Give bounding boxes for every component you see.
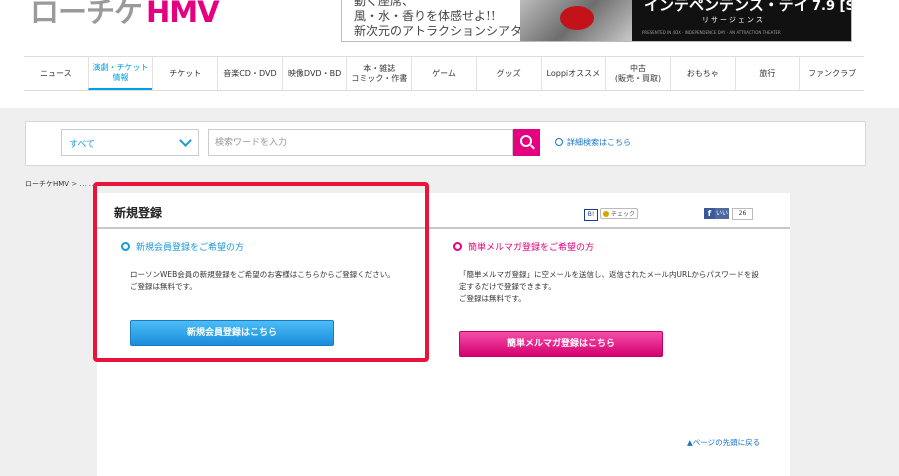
keyword-search-input[interactable] <box>208 129 513 156</box>
mailmag-description: 「簡単メルマガ登録」に空メールを送信し、返信されたメール内URLからパスワードを… <box>459 270 759 303</box>
category-select[interactable]: すべて <box>61 129 199 156</box>
banner-copy: 動く座席、 風・水・香りを体感せよ!! 新次元のアトラクションシアター <box>354 0 535 38</box>
banner-subtitle: リサージェンス <box>702 16 765 24</box>
banner-movie-panel: インデペンデンス・デイ 7.9 [SAT] リサージェンス PRESENTED … <box>632 0 851 41</box>
circle-icon <box>453 242 462 251</box>
search-bar: すべて 詳細検索はこちら <box>25 121 866 166</box>
nav-item[interactable]: 音楽CD・DVD <box>217 57 282 90</box>
nav-item[interactable]: 本・雑誌 コミック・作書 <box>346 57 411 90</box>
hatena-bookmark-icon[interactable]: B! <box>584 209 598 221</box>
site-logo[interactable]: ローチケ HMV <box>30 0 220 32</box>
mixi-check-button[interactable]: チェック <box>600 208 638 219</box>
nav-item[interactable]: Loppiオススメ <box>540 57 606 90</box>
nav-item[interactable]: ニュース <box>24 57 88 90</box>
banner-movie-title: インデペンデンス・デイ <box>644 0 809 14</box>
nav-item[interactable]: ゲーム <box>411 57 476 90</box>
banner-fineprint: PRESENTED IN 4DX · INDEPENDENCE DAY · AN… <box>642 30 781 35</box>
chevron-down-icon <box>179 134 192 147</box>
facebook-like-button[interactable]: いいね <box>715 208 729 228</box>
mailmag-heading: 簡単メルマガ登録をご希望の方 <box>453 240 594 253</box>
category-select-value: すべて <box>69 140 96 150</box>
zoom-icon <box>555 138 563 146</box>
annotation-highlight-box <box>93 182 429 362</box>
nav-item[interactable]: 旅行 <box>734 57 800 90</box>
global-nav: ニュース 演劇・チケット 情報 チケット 音楽CD・DVD 映像DVD・BD 本・雑誌 コ… <box>24 56 864 91</box>
search-button[interactable] <box>513 129 540 156</box>
nav-item[interactable]: 演劇・チケット 情報 <box>87 57 153 90</box>
nav-item[interactable]: チケット <box>152 57 217 90</box>
nav-item[interactable]: グッズ <box>475 57 541 90</box>
nav-item[interactable]: 中古 (販売・買取) <box>605 57 670 90</box>
search-icon <box>520 135 532 147</box>
breadcrumb-separator: > <box>71 180 78 188</box>
nav-item[interactable]: ファンクラブ <box>799 57 864 90</box>
mailmag-register-button[interactable]: 簡単メルマガ登録はこちら <box>459 331 663 357</box>
breadcrumb-home[interactable]: ローチケHMV <box>25 180 69 188</box>
banner-date: 7.9 [SAT] <box>812 0 851 14</box>
site-header: ローチケ HMV 動く座席、 風・水・香りを体感せよ!! 新次元のアトラクションシ… <box>0 0 899 108</box>
nav-item[interactable]: おもちゃ <box>669 57 735 90</box>
banner-image <box>520 0 632 41</box>
facebook-icon[interactable]: f <box>704 208 715 219</box>
back-to-top-link[interactable]: ▲ページの先頭に戻る <box>687 437 760 448</box>
nav-item[interactable]: 映像DVD・BD <box>281 57 347 90</box>
like-count: 26 <box>732 208 753 220</box>
advanced-search-link[interactable]: 詳細検索はこちら <box>555 137 631 148</box>
ad-banner[interactable]: 動く座席、 風・水・香りを体感せよ!! 新次元のアトラクションシアター インデペ… <box>341 0 852 42</box>
